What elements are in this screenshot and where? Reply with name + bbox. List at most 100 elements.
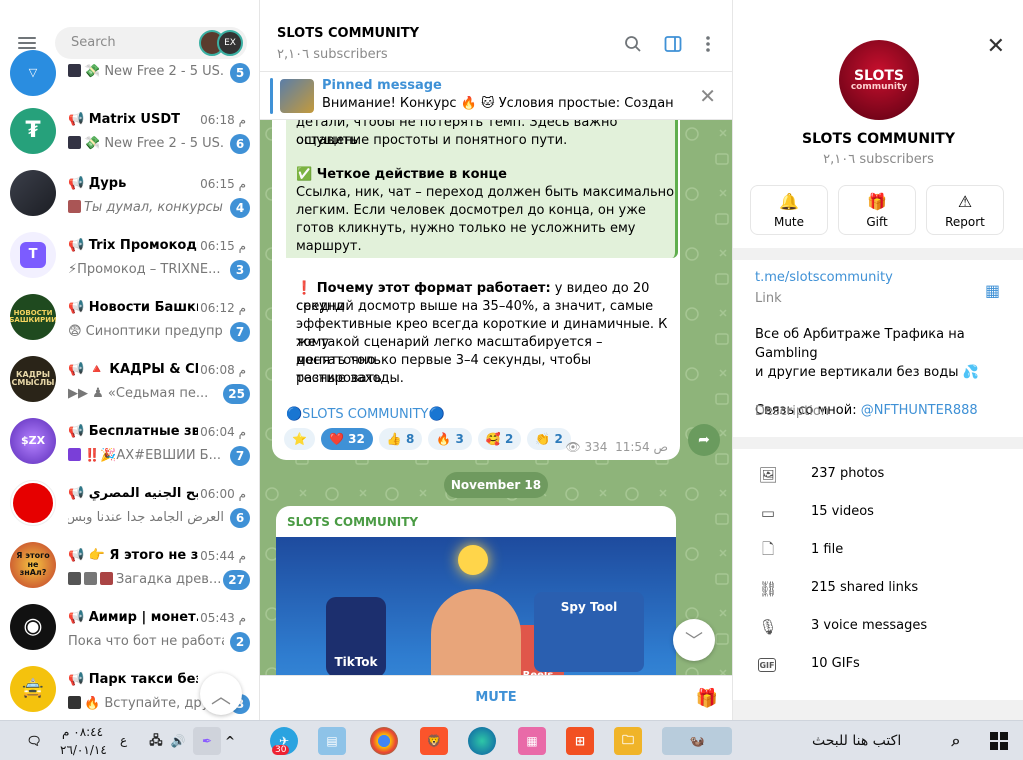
- mute-action-button[interactable]: 🔔 Mute: [750, 185, 828, 235]
- scroll-up-button[interactable]: ︿: [200, 673, 242, 715]
- channel-title[interactable]: SLOTS COMMUNITY: [277, 26, 419, 41]
- chat-item[interactable]: ▽ 💸 New Free 2 - 5 US... 5: [0, 50, 259, 112]
- media-files[interactable]: 🗋 1 file: [733, 532, 1023, 570]
- unread-badge: 5: [230, 63, 250, 83]
- search-icon[interactable]: [623, 34, 643, 54]
- telegram-badge: 30: [272, 745, 290, 755]
- chat-name: 📢 Matrix USDT: [68, 112, 180, 127]
- channel-subscribers: ٢,١٠٦ subscribers: [277, 47, 388, 62]
- message-heading: ❗ Почему этот формат работает:: [296, 281, 551, 296]
- brave-app-icon[interactable]: 🦁: [420, 727, 448, 755]
- channel-avatar[interactable]: SLOTS community: [839, 40, 919, 120]
- menu-icon[interactable]: [18, 37, 36, 49]
- date-separator: November 18: [444, 472, 548, 498]
- chat-item[interactable]: Я этого не знАл? 📢 👉 Я этого не з... 05:…: [0, 542, 259, 604]
- signature-link[interactable]: 🔵SLOTS COMMUNITY🔵: [286, 406, 445, 424]
- volume-icon[interactable]: 🔊: [164, 727, 192, 755]
- chat-header[interactable]: SLOTS COMMUNITY ٢,١٠٦ subscribers: [260, 0, 732, 72]
- qr-code-icon[interactable]: ▦: [985, 281, 1001, 300]
- notepad-app-icon[interactable]: ▤: [318, 727, 346, 755]
- unread-badge: 6: [230, 508, 250, 528]
- chat-item[interactable]: 📢 ربح الجنيه المصري 06:00 م العرض الجامد…: [0, 480, 259, 542]
- media-videos[interactable]: ▭ 15 videos: [733, 494, 1023, 532]
- reaction-clap[interactable]: 👏 2: [527, 428, 571, 450]
- media-links[interactable]: ⛓ 215 shared links: [733, 570, 1023, 608]
- search-icon[interactable]: ⌕: [942, 727, 970, 755]
- channel-link[interactable]: t.me/slotscommunity: [755, 270, 893, 285]
- chat-item[interactable]: ◉ 📢 Аимир | монет... 05:43 م Пока что бо…: [0, 604, 259, 666]
- chat-time: 06:18 م: [200, 113, 246, 127]
- reaction-heart[interactable]: ❤️ 32: [320, 428, 373, 450]
- chat-name: 📢 Бесплатные звё...: [68, 424, 198, 439]
- chat-item[interactable]: ₮ 📢 Matrix USDT 06:18 م 💸 New Free 2 - 5…: [0, 108, 259, 170]
- report-icon: ⚠: [957, 191, 973, 211]
- chat-item[interactable]: $ZX 📢 Бесплатные звё... 06:04 م ‼️🎉АХ#ЕВ…: [0, 418, 259, 480]
- report-action-button[interactable]: ⚠ Report: [926, 185, 1004, 235]
- otter-widget-icon[interactable]: 🦦: [662, 727, 732, 755]
- reaction-fire[interactable]: 🔥 3: [428, 428, 472, 450]
- reaction-love[interactable]: 🥰 2: [477, 428, 522, 450]
- media-gifs[interactable]: GIF 10 GIFs: [733, 646, 1023, 684]
- language-indicator[interactable]: ع: [120, 733, 127, 747]
- chat-avatar: Я этого не знАл?: [10, 542, 56, 588]
- contact-handle-link[interactable]: @NFTHUNTER888: [861, 403, 978, 418]
- sidebar-toggle-icon[interactable]: [663, 34, 683, 54]
- chat-name: 📢 Парк такси без ...: [68, 672, 198, 687]
- chrome-app-icon[interactable]: [370, 727, 398, 755]
- store-app-icon[interactable]: ⊞: [566, 727, 594, 755]
- media-voice[interactable]: 🎙 3 voice messages: [733, 608, 1023, 646]
- search-placeholder: Search: [71, 35, 116, 50]
- divider: [733, 700, 1023, 720]
- chat-avatar: T: [10, 232, 56, 278]
- media-photos[interactable]: 🖼 237 photos: [733, 456, 1023, 494]
- channel-info-panel: ✕ SLOTS community SLOTS COMMUNITY ٢,١٠٦ …: [732, 0, 1023, 720]
- reaction-thumbs-up[interactable]: 👍 8: [378, 428, 423, 450]
- description-line: и другие вертикали без воды 💦: [755, 365, 979, 380]
- chat-avatar: $ZX: [10, 418, 56, 464]
- message-meta: 👁 334 11:54 ص: [565, 440, 668, 454]
- reactions: ⭐ ❤️ 32 👍 8 🔥 3 🥰 2 👏 2: [284, 428, 577, 452]
- chat-avatar: ▽: [10, 50, 56, 96]
- chat-avatar: [10, 170, 56, 216]
- message-bubble[interactable]: детали, чтобы не потерять темп. Здесь ва…: [272, 120, 680, 460]
- chat-panel: SLOTS COMMUNITY ٢,١٠٦ subscribers Pinned…: [260, 0, 732, 720]
- close-icon[interactable]: ✕: [987, 34, 1005, 59]
- divider: [733, 437, 1023, 449]
- file-explorer-app-icon[interactable]: 🗀: [614, 727, 642, 755]
- pinned-message-bar[interactable]: Pinned message Внимание! Конкурс 🔥 🐱 Усл…: [260, 72, 732, 120]
- edge-app-icon[interactable]: [468, 727, 496, 755]
- description-line: Все об Арбитраже Трафика на Gambling: [755, 327, 965, 361]
- chat-avatar: КАДРЫ СМЫСЛЫ: [10, 356, 56, 402]
- chat-time: 06:00 م: [200, 487, 246, 501]
- chat-item[interactable]: НОВОСТИ БАШКИРИИ 📢 Новости Башки... 06:1…: [0, 294, 259, 356]
- description-caption: Description: [755, 404, 830, 419]
- unread-badge: 7: [230, 446, 250, 466]
- chat-item[interactable]: 📢 Дурь 06:15 م Ты думал, конкурсы в... 4: [0, 170, 259, 232]
- chat-preview: 💸 New Free 2 - 5 US...: [68, 136, 224, 151]
- share-button[interactable]: ➦: [688, 424, 720, 456]
- unread-badge: 3: [230, 260, 250, 280]
- chat-time: 06:08 م: [200, 363, 246, 377]
- message-line: разные заходы.: [296, 371, 404, 386]
- mic-icon: 🎙: [758, 618, 778, 636]
- gift-icon[interactable]: 🎁: [696, 688, 718, 709]
- message-line: средний досмотр выше на 35–40%, а значит…: [296, 299, 654, 314]
- reaction-star[interactable]: ⭐: [284, 428, 315, 450]
- notifications-icon[interactable]: 🗨: [20, 727, 48, 755]
- chevron-up-icon[interactable]: ^: [216, 727, 244, 755]
- eye-icon: 👁: [565, 440, 581, 454]
- close-icon[interactable]: ✕: [699, 84, 716, 108]
- windows-start-icon[interactable]: [985, 727, 1013, 755]
- scroll-down-button[interactable]: ﹀: [673, 619, 715, 661]
- gift-action-button[interactable]: 🎁 Gift: [838, 185, 916, 235]
- chat-item[interactable]: КАДРЫ СМЫСЛЫ 📢 🔺 КАДРЫ & СМ... 06:08 م ▶…: [0, 356, 259, 418]
- link-icon: ⛓: [758, 580, 778, 598]
- message-line: Ссылка, ник, чат – переход должен быть м…: [296, 185, 675, 200]
- more-options-icon[interactable]: [698, 34, 718, 54]
- mute-button[interactable]: MUTE: [260, 690, 732, 705]
- message-time: 11:54 ص: [615, 440, 668, 454]
- chat-item[interactable]: T 📢 Trix Промокоды 06:15 م ⚡Промокод – T…: [0, 232, 259, 294]
- taskbar-search-input[interactable]: اكتب هنا للبحث: [812, 733, 901, 749]
- chat-time: 06:12 م: [200, 301, 246, 315]
- game-app-icon[interactable]: ▦: [518, 727, 546, 755]
